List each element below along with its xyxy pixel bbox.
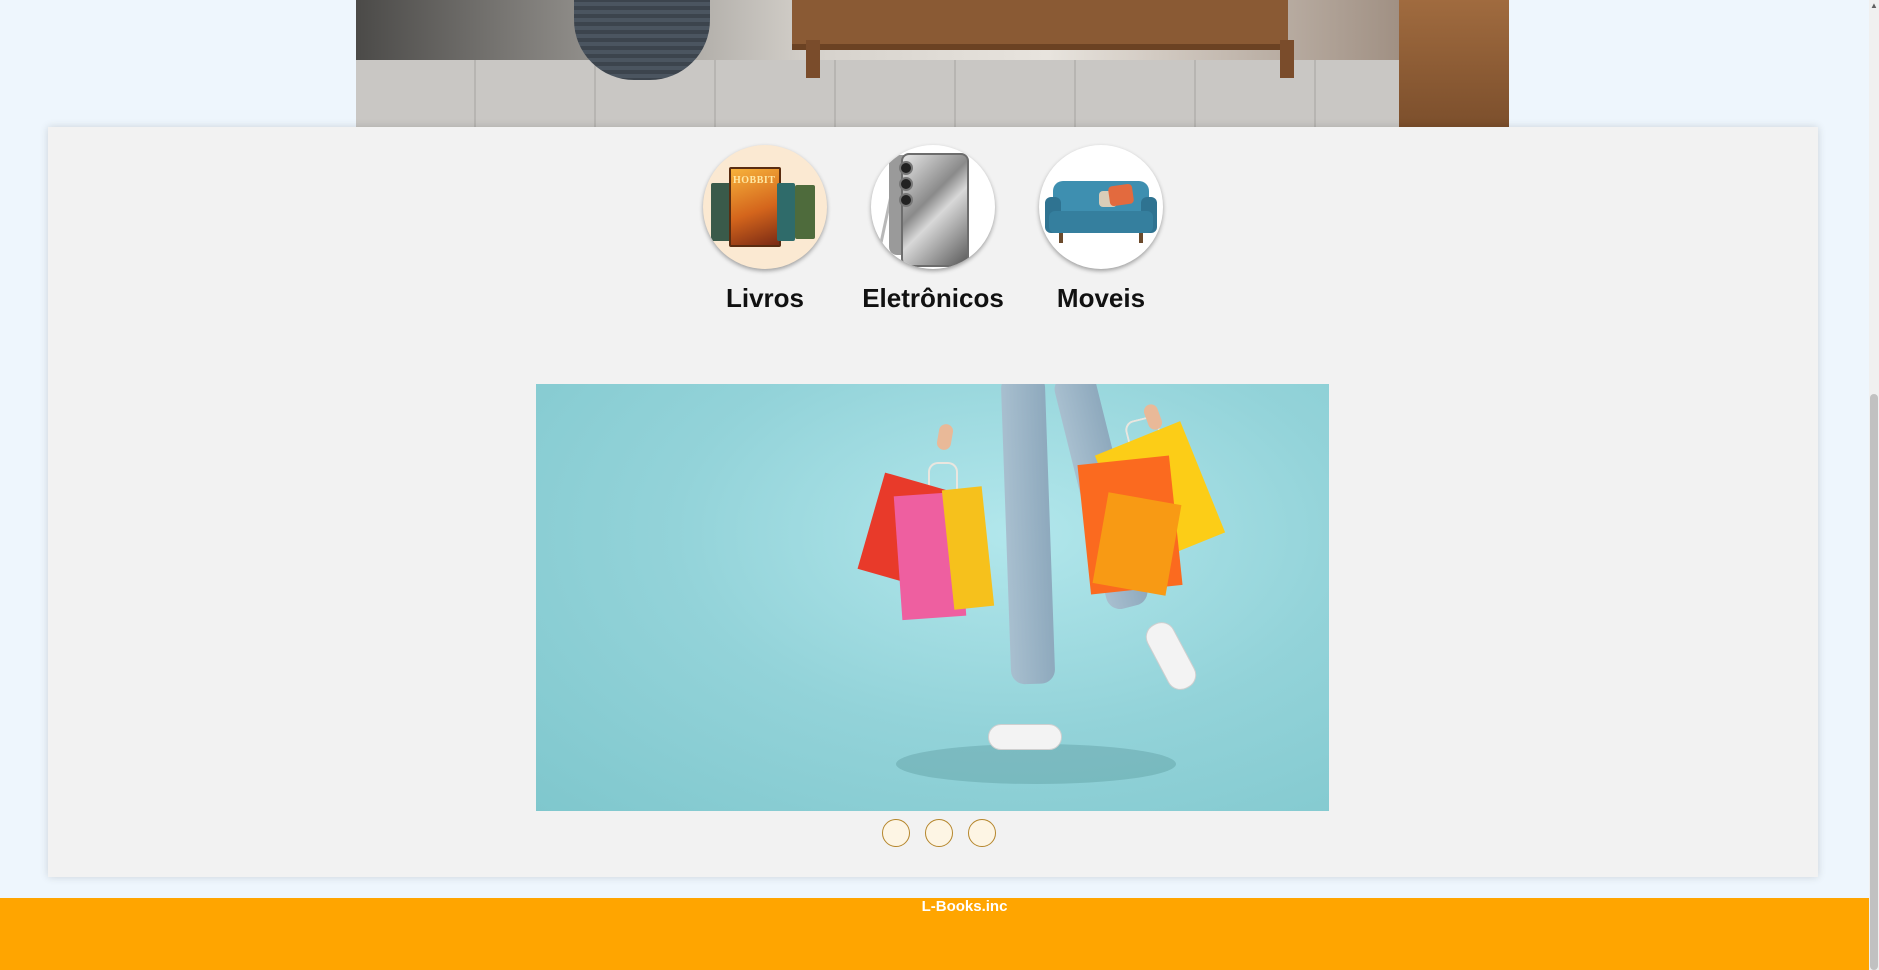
page: HOBBIT Livros Eletrônicos Moveis L-Books… xyxy=(0,0,1879,970)
category-list: HOBBIT Livros Eletrônicos Moveis xyxy=(48,145,1818,314)
category-label-moveis[interactable]: Moveis xyxy=(1057,283,1145,314)
book-cover-title: HOBBIT xyxy=(733,175,776,186)
hero-banner-image xyxy=(356,0,1509,127)
bench-decor xyxy=(792,0,1288,50)
category-label-livros[interactable]: Livros xyxy=(726,283,804,314)
carousel-dot-2[interactable] xyxy=(925,819,953,847)
main-content-panel: HOBBIT Livros Eletrônicos Moveis xyxy=(48,127,1818,877)
category-eletronicos[interactable]: Eletrônicos xyxy=(862,145,1004,314)
carousel-dot-3[interactable] xyxy=(968,819,996,847)
books-thumbnail[interactable]: HOBBIT xyxy=(703,145,827,269)
smartphone-thumbnail[interactable] xyxy=(871,145,995,269)
scroll-up-arrow-icon[interactable]: ▲ xyxy=(1869,0,1879,12)
vertical-scrollbar[interactable]: ▲ xyxy=(1869,0,1879,970)
scrollbar-thumb[interactable] xyxy=(1870,394,1878,970)
category-livros[interactable]: HOBBIT Livros xyxy=(701,145,829,314)
footer-brand-text: L-Books.inc xyxy=(921,898,1008,915)
carousel-indicators xyxy=(48,819,1818,847)
category-label-eletronicos[interactable]: Eletrônicos xyxy=(862,283,1004,314)
carousel-slide-image[interactable] xyxy=(536,384,1329,811)
category-moveis[interactable]: Moveis xyxy=(1037,145,1165,314)
sofa-thumbnail[interactable] xyxy=(1039,145,1163,269)
shopping-bag-amber xyxy=(1092,492,1182,596)
footer: L-Books.inc xyxy=(0,898,1869,970)
carousel-dot-1[interactable] xyxy=(882,819,910,847)
